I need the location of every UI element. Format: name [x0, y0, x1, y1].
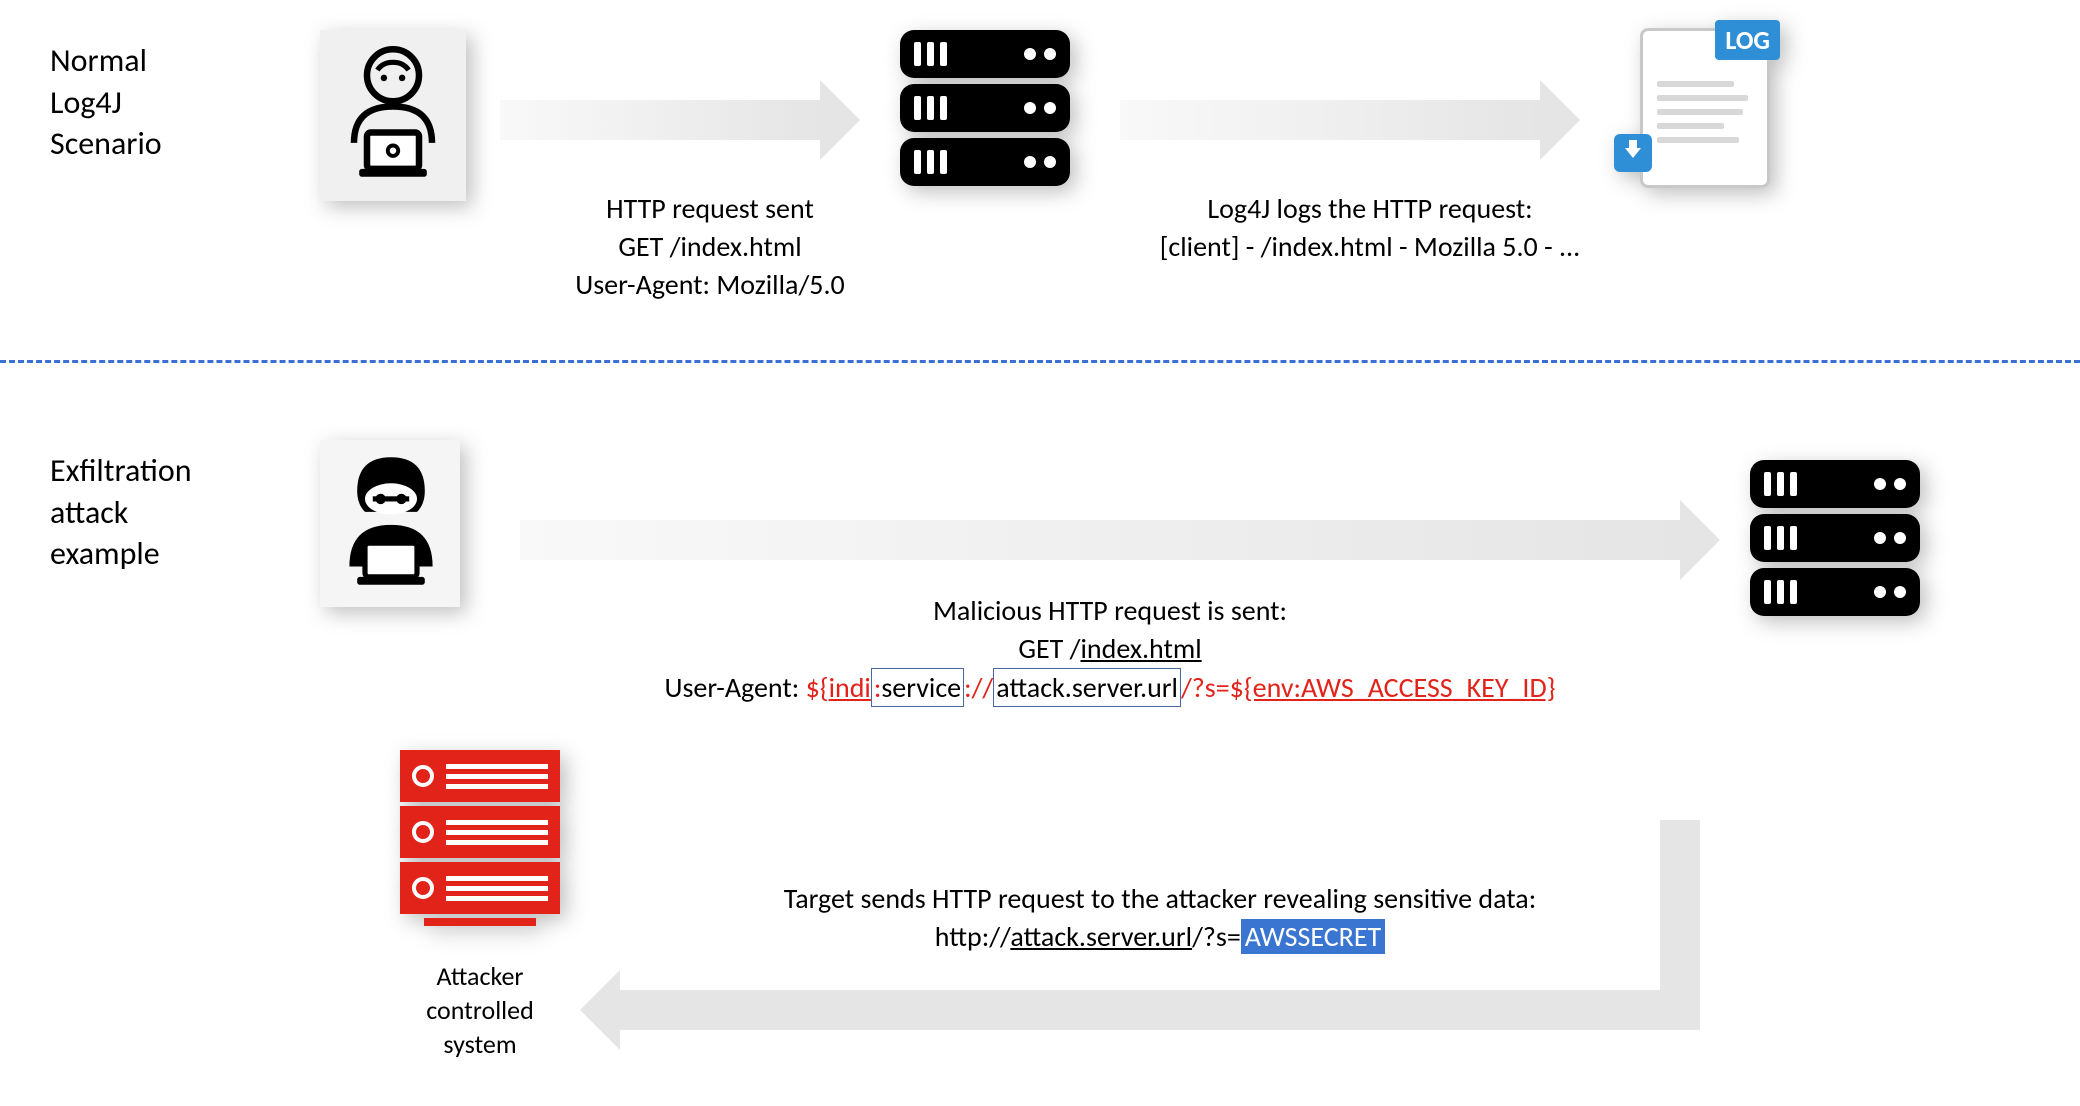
log-file-icon: LOG [1620, 20, 1770, 190]
arrow-user-to-server [500, 80, 860, 160]
download-badge-icon [1614, 134, 1652, 172]
target-server-icon [1750, 460, 1920, 622]
section-divider [0, 360, 2080, 363]
normal-scenario-title: Normal Log4J Scenario [50, 40, 162, 165]
log4j-caption: Log4J logs the HTTP request: [client] - … [1120, 190, 1620, 266]
log-badge: LOG [1715, 20, 1780, 60]
hacker-icon [320, 440, 460, 607]
http-request-caption: HTTP request sent GET /index.html User-A… [530, 190, 890, 303]
attacker-system-label: Attacker controlled system [400, 960, 560, 1061]
arrow-hacker-to-server [520, 500, 1720, 580]
malicious-request-caption: Malicious HTTP request is sent: GET /ind… [560, 592, 1660, 707]
arrow-server-to-log [1120, 80, 1580, 160]
server-icon [900, 30, 1070, 192]
exfiltration-title: Exfiltration attack example [50, 450, 192, 575]
exfiltration-response-caption: Target sends HTTP request to the attacke… [700, 880, 1620, 956]
attacker-server-icon [400, 750, 560, 926]
user-icon [320, 30, 466, 201]
